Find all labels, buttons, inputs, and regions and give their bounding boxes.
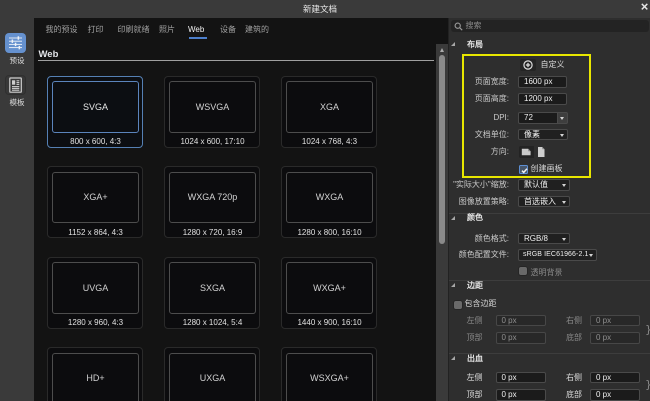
color-format-label: 颜色格式: (474, 233, 509, 243)
chevron-down-icon (562, 200, 566, 204)
preset-card-svga[interactable]: SVGA 800 x 600, 4:3 (47, 75, 143, 148)
link-margins-brace-icon[interactable]: } (645, 323, 650, 336)
presets-sliders-icon (5, 33, 26, 53)
preset-dimensions: 1440 x 900, 16:10 (297, 318, 362, 327)
tab-web[interactable]: Web (188, 23, 204, 36)
preset-name: WXGA (315, 192, 344, 203)
preset-dimensions: 1280 x 960, 4:3 (67, 318, 124, 327)
color-format-dropdown[interactable]: RGB/8 (518, 232, 570, 244)
preset-card-hd+[interactable]: HD+ (47, 347, 143, 401)
section-collapse-icon[interactable] (451, 215, 455, 220)
placement-label: 图像放置策略: (458, 196, 509, 206)
bleed-top-label: 顶部 (466, 390, 483, 399)
color-profile-label: 颜色配置文件: (458, 250, 509, 259)
preset-dimensions: 1152 x 864, 4:3 (68, 227, 123, 237)
selected-value: 默认值 (524, 180, 548, 189)
preset-name: UXGA (199, 373, 226, 384)
tab-2[interactable]: 印刷就绪 (118, 23, 150, 36)
preset-name: SXGA (199, 282, 225, 293)
bleed-bottom-label: 底部 (566, 390, 582, 399)
preset-name: SVGA (82, 101, 108, 112)
selected-value: 首选嵌入 (524, 196, 556, 206)
section-layout-title: 布局 (467, 39, 483, 49)
tab-5[interactable]: 设备 (220, 23, 236, 36)
search-icon (454, 22, 463, 31)
chevron-down-icon (562, 237, 566, 241)
include-margins-label: 包含边距 (464, 299, 497, 308)
preset-dimensions: 1280 x 800, 16:10 (297, 227, 362, 237)
bleed-left-label: 左侧 (466, 372, 483, 382)
preset-card-uxga[interactable]: UXGA (164, 347, 260, 401)
tab-1[interactable]: 打印 (88, 23, 104, 36)
section-collapse-icon[interactable] (451, 41, 455, 46)
transparent-bg-checkbox[interactable] (519, 267, 527, 275)
preset-card-xga[interactable]: XGA 1024 x 768, 4:3 (281, 75, 377, 148)
preset-card-wxga[interactable]: WXGA 1280 x 800, 16:10 (281, 166, 377, 238)
preset-card-wxga-720p[interactable]: WXGA 720p 1280 x 720, 16:9 (164, 166, 260, 238)
margin-bottom-input[interactable]: 0 px (590, 332, 640, 344)
active-tab-underline (188, 36, 207, 39)
actual-size-zoom-dropdown[interactable]: 默认值 (518, 179, 570, 191)
preset-card-wsvga[interactable]: WSVGA 1024 x 600, 17:10 (164, 75, 260, 148)
preset-name: WSXGA+ (310, 373, 349, 384)
section-collapse-icon[interactable] (451, 283, 455, 287)
preset-dimensions: 1024 x 600, 17:10 (180, 137, 245, 146)
margin-left-label: 左侧 (466, 315, 483, 325)
scrollbar-thumb[interactable] (438, 55, 445, 244)
chevron-down-icon (588, 254, 593, 257)
tab-6[interactable]: 建筑的 (245, 23, 269, 36)
margin-bottom-label: 底部 (566, 333, 582, 342)
sidebar-item-label: 预设 (9, 56, 25, 65)
preset-name: UVGA (82, 282, 109, 293)
transparent-bg-label: 透明背景 (530, 267, 563, 277)
section-margins-title: 边距 (467, 280, 483, 290)
preset-name: WXGA+ (313, 282, 346, 293)
selected-value: RGB/8 (524, 233, 549, 243)
preset-card-wsxga+[interactable]: WSXGA+ (281, 347, 377, 401)
preset-dimensions: 800 x 600, 4:3 (70, 137, 121, 146)
preset-name: WSVGA (195, 101, 230, 112)
dialog-title: 新建文档 (302, 4, 337, 14)
close-icon[interactable]: × (638, 0, 650, 14)
preset-dimensions: 1280 x 1024, 5:4 (182, 318, 243, 327)
preset-name: XGA (319, 101, 339, 112)
tab-0[interactable]: 我的预设 (46, 23, 78, 36)
color-profile-dropdown[interactable]: sRGB IEC61966-2.1 (518, 249, 597, 261)
heading-rule (38, 59, 434, 62)
annotation-highlight-box (462, 54, 591, 178)
search-placeholder: 搜索 (465, 21, 482, 30)
margin-top-label: 顶部 (466, 333, 483, 342)
sidebar-item-label: 模板 (9, 98, 25, 107)
tab-3[interactable]: 照片 (159, 23, 175, 36)
new-document-dialog: 新建文档 × 预设 模板 Web 搜索 布局 自定义 页面宽度: 1600 px… (0, 0, 650, 401)
preset-name: WXGA 720p (187, 192, 238, 203)
preset-card-sxga[interactable]: SXGA 1280 x 1024, 5:4 (164, 256, 260, 329)
preset-dimensions: 1024 x 768, 4:3 (301, 137, 358, 146)
scrollbar-up-arrow-icon[interactable] (439, 47, 444, 52)
margin-right-input[interactable]: 0 px (590, 314, 640, 326)
bleed-bottom-input[interactable]: 0 px (590, 389, 640, 401)
include-margins-checkbox[interactable] (454, 300, 462, 309)
placement-dropdown[interactable]: 首选嵌入 (518, 195, 570, 207)
section-color-title: 颜色 (467, 213, 483, 222)
selected-value: sRGB IEC61966-2.1 (523, 251, 589, 258)
preset-card-xga+[interactable]: XGA+ 1152 x 864, 4:3 (47, 166, 143, 238)
link-bleed-brace-icon[interactable]: } (645, 378, 650, 391)
actual-size-zoom-label: "实际大小"缩放: (453, 180, 509, 189)
section-bleed-title: 出血 (467, 353, 483, 363)
preset-dimensions: 1280 x 720, 16:9 (182, 227, 243, 237)
category-heading: Web (38, 49, 59, 60)
margin-right-label: 右侧 (566, 315, 582, 325)
preset-name: HD+ (86, 373, 105, 384)
preset-card-wxga+[interactable]: WXGA+ 1440 x 900, 16:10 (281, 256, 377, 329)
chevron-down-icon (562, 184, 566, 187)
section-collapse-icon[interactable] (451, 356, 455, 360)
templates-document-icon (5, 75, 26, 95)
preset-name: XGA+ (83, 192, 108, 203)
preset-card-uvga[interactable]: UVGA 1280 x 960, 4:3 (47, 256, 143, 329)
bleed-right-input[interactable]: 0 px (590, 371, 640, 383)
bleed-right-label: 右侧 (566, 372, 582, 382)
